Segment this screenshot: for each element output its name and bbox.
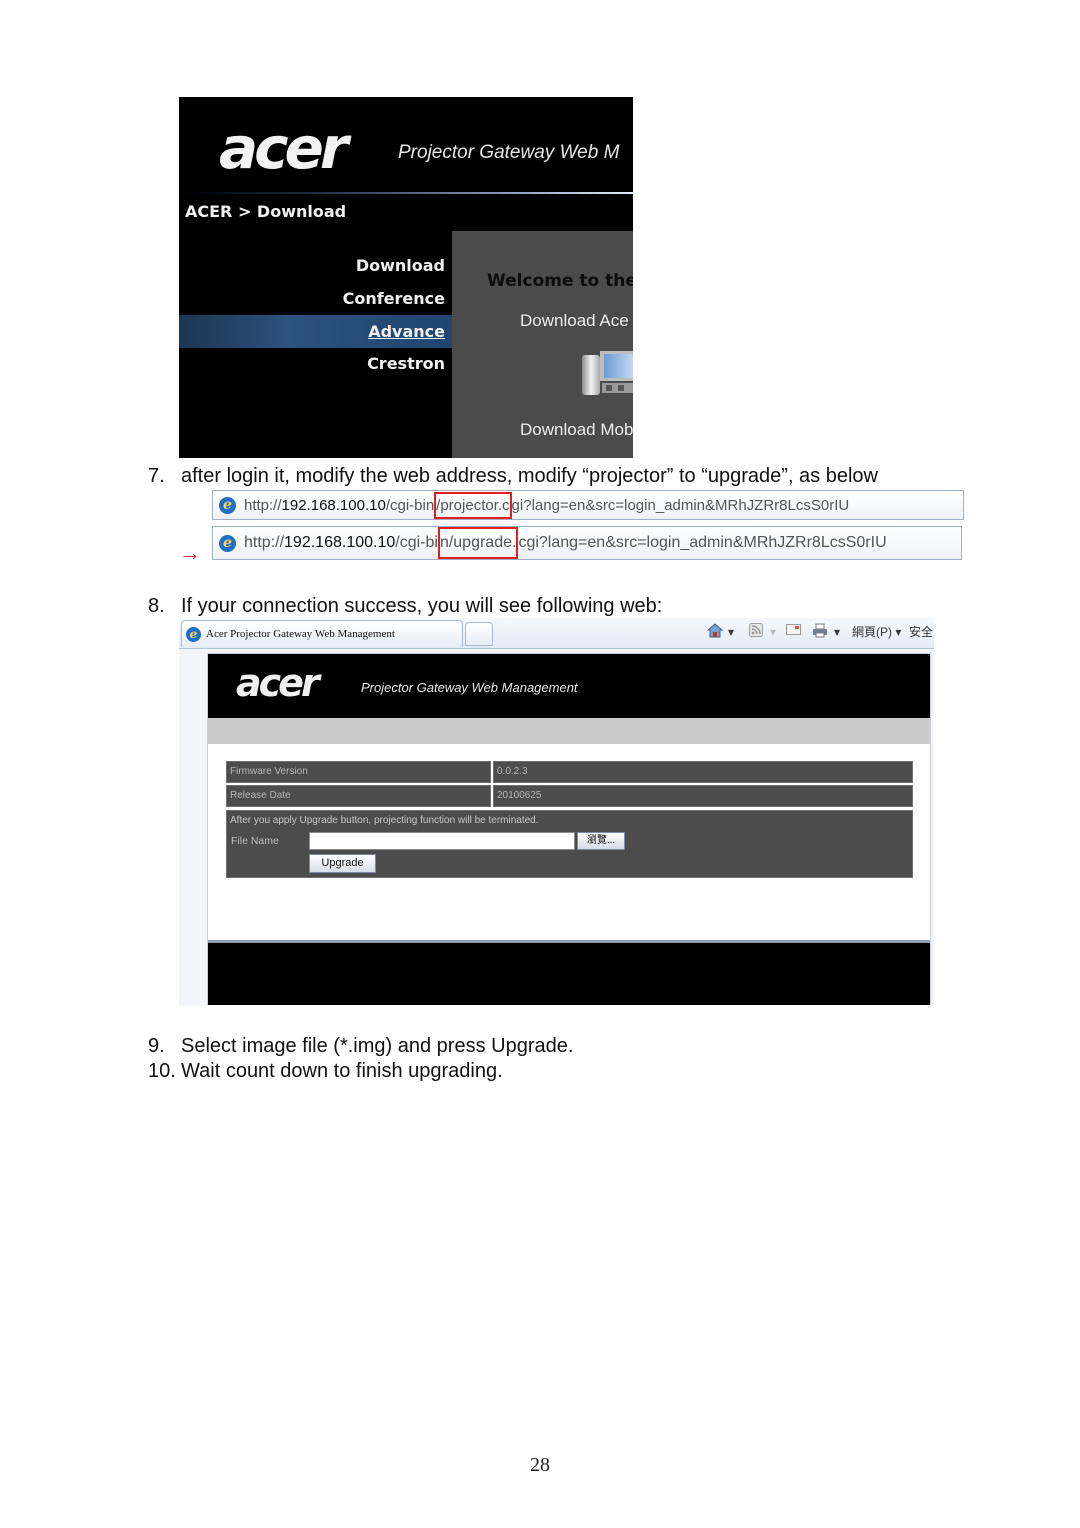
header-divider: [179, 192, 633, 194]
page-header: acer Projector Gateway Web Management: [208, 654, 930, 718]
welcome-panel: Welcome to the Download Ace Download Mob: [452, 231, 633, 458]
tab-title: Acer Projector Gateway Web Management: [206, 628, 395, 640]
file-name-input[interactable]: [309, 832, 575, 850]
acer-download-page-screenshot: acer Projector Gateway Web M ACER > Down…: [179, 97, 633, 458]
acer-logo: acer: [236, 661, 320, 705]
nav-item-download[interactable]: Download: [356, 256, 445, 275]
upgrade-warning: After you apply Upgrade button, projecti…: [230, 815, 539, 826]
safety-menu[interactable]: 安全: [909, 623, 933, 640]
step-text: If your connection success, you will see…: [181, 595, 663, 617]
rss-feed-icon[interactable]: [749, 623, 763, 640]
print-dropdown-icon[interactable]: ▾: [834, 625, 840, 639]
ie-icon: e: [186, 626, 201, 642]
computer-icon: [582, 351, 633, 395]
url-scheme: http://: [244, 496, 282, 514]
feed-dropdown-icon[interactable]: ▾: [770, 625, 776, 639]
mail-icon[interactable]: [786, 623, 801, 639]
page-number: 28: [530, 1454, 550, 1476]
upgrade-page: acer Projector Gateway Web Management Fi…: [207, 653, 931, 1005]
url-query: cgi?lang=en&src=login_admin&MRhJZRr8LcsS…: [518, 534, 887, 551]
upgrade-page-screenshot: e Acer Projector Gateway Web Management …: [179, 618, 934, 1006]
page-menu[interactable]: 網頁(P) ▾: [852, 623, 901, 640]
upgrade-panel: After you apply Upgrade button, projecti…: [226, 810, 913, 878]
download-acer-link[interactable]: Download Ace: [520, 311, 629, 331]
step-number: 8.: [148, 595, 165, 617]
url-path: /cgi-bi: [395, 534, 438, 551]
ie-icon: e: [219, 496, 236, 514]
ie-icon: e: [219, 534, 236, 552]
step-text: after login it, modify the web address, …: [181, 465, 878, 487]
upgrade-button[interactable]: Upgrade: [309, 854, 376, 873]
browser-tab[interactable]: e Acer Projector Gateway Web Management: [181, 620, 463, 647]
welcome-heading: Welcome to the: [487, 271, 633, 291]
nav-item-crestron[interactable]: Crestron: [367, 354, 445, 373]
browse-button[interactable]: 瀏覽...: [577, 832, 625, 850]
table-row: Firmware Version 0.0.2.3: [226, 761, 913, 783]
address-bar-after[interactable]: e http://192.168.100.10/cgi-bi n/upgrade.…: [212, 526, 962, 560]
print-icon[interactable]: [812, 623, 828, 641]
firmware-version-value: 0.0.2.3: [493, 761, 913, 783]
acer-logo: acer: [219, 114, 348, 182]
url-host: 192.168.100.10: [284, 534, 396, 551]
site-tagline: Projector Gateway Web M: [398, 142, 620, 163]
file-name-label: File Name: [231, 835, 279, 847]
url-path: /cgi-bin: [385, 496, 435, 514]
home-icon[interactable]: [706, 623, 724, 641]
step-8: 8. If your connection success, you will s…: [148, 595, 662, 618]
url-scheme: http://: [244, 534, 285, 551]
home-dropdown-icon[interactable]: ▾: [728, 625, 734, 639]
step-text: Select image file (*.img) and press Upgr…: [181, 1035, 574, 1057]
step-number: 10.: [148, 1060, 176, 1082]
release-date-value: 20100625: [493, 785, 913, 807]
step-text: Wait count down to finish upgrading.: [181, 1060, 503, 1082]
step-number: 9.: [148, 1035, 165, 1057]
step-number: 7.: [148, 465, 165, 487]
arrow-icon: →: [179, 540, 201, 565]
download-mobile-link[interactable]: Download Mob: [520, 420, 633, 440]
site-tagline: Projector Gateway Web Management: [361, 680, 578, 695]
page-footer: [208, 943, 930, 1005]
sub-header-bar: [208, 718, 930, 744]
step-7: 7. after login it, modify the web address…: [148, 465, 878, 488]
firmware-version-label: Firmware Version: [226, 761, 491, 783]
nav-item-conference[interactable]: Conference: [343, 289, 445, 308]
nav-item-advance[interactable]: Advance: [368, 322, 445, 341]
table-row: Release Date 20100625: [226, 785, 913, 807]
url-host: 192.168.100.10: [281, 496, 386, 514]
highlight-projector: /projector.c: [434, 491, 512, 519]
highlight-upgrade: n/upgrade.: [437, 527, 519, 559]
address-bar-before[interactable]: e http://192.168.100.10/cgi-bin/projecto…: [212, 490, 964, 520]
release-date-label: Release Date: [226, 785, 491, 807]
step-10: 10. Wait count down to finish upgrading.: [148, 1060, 503, 1083]
url-query: gi?lang=en&src=login_admin&MRhJZRr8LcsS0…: [511, 496, 850, 514]
breadcrumb: ACER > Download: [185, 202, 347, 221]
new-tab-button[interactable]: [465, 622, 493, 646]
step-9: 9. Select image file (*.img) and press Up…: [148, 1035, 573, 1058]
